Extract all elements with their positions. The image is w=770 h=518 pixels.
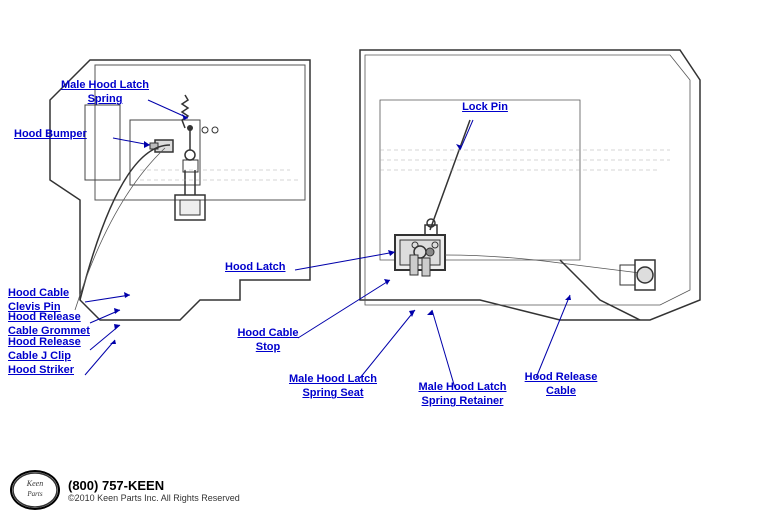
footer: Keen Parts (800) 757-KEEN ©2010 Keen Par…	[10, 470, 240, 510]
label-hood-release-cable-j-clip: Hood Release Cable J Clip	[8, 335, 93, 364]
logo-oval: Keen Parts	[10, 470, 60, 510]
phone-number: (800) 757-KEEN	[68, 478, 240, 493]
svg-text:Parts: Parts	[26, 490, 42, 498]
label-hood-release-cable: Hood Release Cable	[516, 370, 606, 399]
label-hood-latch: Hood Latch	[225, 260, 305, 274]
label-hood-striker: Hood Striker	[8, 363, 93, 377]
logo-area: (800) 757-KEEN ©2010 Keen Parts Inc. All…	[68, 478, 240, 503]
svg-text:Keen: Keen	[26, 479, 43, 488]
label-lock-pin: Lock Pin	[450, 100, 520, 114]
label-male-hood-latch-spring-retainer: Male Hood Latch Spring Retainer	[415, 380, 510, 409]
label-male-hood-latch-spring-seat: Male Hood Latch Spring Seat	[288, 372, 378, 401]
copyright: ©2010 Keen Parts Inc. All Rights Reserve…	[68, 493, 240, 503]
label-hood-cable-stop: Hood Cable Stop	[228, 326, 308, 355]
diagram-container: Male Hood Latch Spring Hood Bumper Hood …	[0, 0, 770, 518]
label-male-hood-latch-spring: Male Hood Latch Spring	[55, 78, 155, 107]
label-hood-bumper: Hood Bumper	[14, 127, 104, 141]
